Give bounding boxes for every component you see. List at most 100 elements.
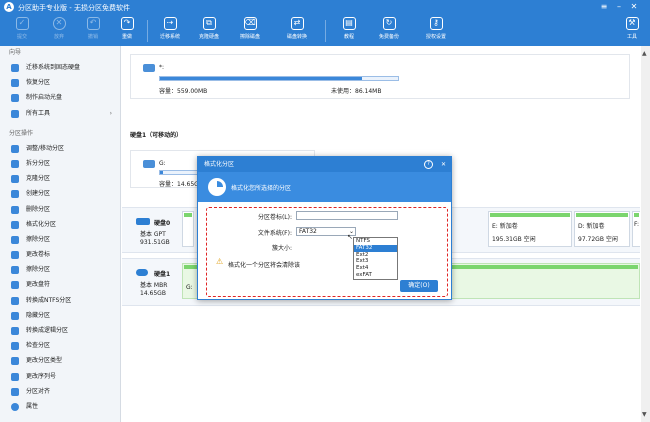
sidebar-item-create[interactable]: 创建分区 — [0, 186, 120, 201]
id-icon — [11, 357, 19, 366]
usb-disk-icon — [136, 269, 148, 276]
sidebar-item-resize[interactable]: 调整/移动分区 — [0, 141, 120, 156]
tutorial-button[interactable]: ▤ 教程 — [333, 16, 365, 44]
chevron-right-icon: › — [109, 109, 112, 117]
file-system-dropdown: NTFS FAT32 Ext2 Ext3 Ext4 exFAT — [353, 237, 398, 280]
tools-button[interactable]: ⚒ 工具 — [617, 16, 647, 44]
commit-button[interactable]: ✓ 提交 — [6, 16, 38, 44]
recover-icon — [11, 79, 19, 88]
sidebar: 向导 迁移系统到固态硬盘 恢复分区 制作启动光盘 所有工具 › 分区操作 调整/移… — [0, 46, 121, 422]
clone-icon: ⧉ — [202, 17, 216, 30]
volume-label-label: 分区卷标(L): — [257, 214, 292, 221]
partition-icon — [143, 160, 155, 168]
migrate-os-button[interactable]: ⇢ 迁移系统 — [154, 16, 186, 44]
sidebar-item-change-serial[interactable]: 更改序列号 — [0, 369, 120, 384]
license-button[interactable]: ⚷ 授权设置 — [420, 16, 452, 44]
scroll-down-icon[interactable]: ▼ — [642, 411, 647, 418]
undo-icon: ↶ — [86, 17, 100, 30]
sidebar-item-make-boot-cd[interactable]: 制作启动光盘 — [0, 90, 120, 105]
partition-block[interactable]: E: 新加卷 195.31GB 空闲 — [488, 211, 572, 247]
minimize-button[interactable]: – — [613, 1, 625, 13]
convert-icon — [11, 296, 19, 305]
mouse-cursor-icon: ↖ — [347, 233, 353, 241]
sidebar-item-wipe-2[interactable]: 擦除分区 — [0, 262, 120, 277]
sidebar-item-migrate-ssd[interactable]: 迁移系统到固态硬盘 — [0, 60, 120, 75]
sidebar-item-recover-partition[interactable]: 恢复分区 — [0, 75, 120, 90]
dialog-close-button[interactable]: ✕ — [441, 157, 446, 172]
tools-icon: ⚒ — [625, 17, 639, 30]
fs-option[interactable]: NTFS — [354, 238, 397, 245]
fs-option-selected[interactable]: FAT32 — [354, 244, 397, 252]
check-icon — [11, 342, 19, 351]
menu-icon[interactable]: ≡ — [598, 1, 610, 13]
volume-label-input[interactable] — [296, 211, 398, 220]
migrate-icon — [11, 64, 19, 72]
sidebar-item-properties[interactable]: 属性 — [0, 399, 120, 414]
convert-disk-button[interactable]: ⇄ 磁盘转换 — [281, 16, 313, 44]
fs-option[interactable]: Ext3 — [354, 258, 397, 265]
discard-button[interactable]: ✕ 放弃 — [43, 16, 75, 44]
disk-type: 基本 GPT — [140, 231, 166, 238]
dialog-titlebar: 格式化分区 ? ✕ — [198, 157, 451, 172]
hide-icon — [11, 311, 19, 320]
resize-icon — [11, 144, 19, 153]
sidebar-item-change-type[interactable]: 更改分区类型 — [0, 353, 120, 368]
split-icon — [11, 159, 19, 168]
book-icon: ▤ — [342, 17, 356, 30]
sidebar-item-delete[interactable]: 删除分区 — [0, 202, 120, 217]
sidebar-item-hide[interactable]: 隐藏分区 — [0, 308, 120, 323]
dialog-header: 格式化您所选择的分区 — [198, 172, 451, 202]
dialog-heading: 格式化您所选择的分区 — [231, 185, 292, 192]
fs-option[interactable]: Ext4 — [354, 265, 397, 272]
wipe-icon — [11, 266, 19, 275]
sidebar-item-align[interactable]: 分区对齐 — [0, 384, 120, 399]
sidebar-item-convert-logical[interactable]: 转换成逻辑分区 — [0, 323, 120, 338]
sidebar-item-convert-ntfs[interactable]: 转换成NTFS分区 — [0, 293, 120, 308]
scrollbar[interactable]: ▲ ▼ — [641, 46, 650, 422]
sidebar-item-wipe[interactable]: 擦除分区 — [0, 232, 120, 247]
partition-name: *: — [159, 64, 165, 71]
convert-icon: ⇄ — [290, 17, 304, 30]
partition-block[interactable] — [182, 211, 194, 247]
help-icon[interactable]: ? — [424, 160, 433, 169]
wizard-section-title: 向导 — [9, 49, 22, 56]
sidebar-item-check[interactable]: 检查分区 — [0, 338, 120, 353]
partition-block[interactable]: D: 新加卷 97.72GB 空闲 — [574, 211, 630, 247]
sidebar-item-all-tools[interactable]: 所有工具 › — [0, 106, 120, 121]
cluster-size-label: 簇大小: — [271, 245, 292, 252]
clone-disk-button[interactable]: ⧉ 克隆硬盘 — [193, 16, 225, 44]
fs-option[interactable]: exFAT — [354, 272, 397, 279]
undo-button[interactable]: ↶ 撤销 — [77, 16, 109, 44]
wipe-icon: ⌫ — [243, 17, 257, 30]
close-button[interactable]: ✕ — [628, 1, 640, 13]
partition-name: D: 新加卷 — [578, 223, 605, 230]
app-logo-icon: A — [4, 2, 14, 12]
partition-block[interactable]: F: — [632, 211, 640, 247]
toolbar: ✓ 提交 ✕ 放弃 ↶ 撤销 ↷ 重做 ⇢ 迁移系统 ⧉ 克隆硬盘 ⌫ 擦除磁盘 ⇄ 磁盘转换 … — [0, 14, 650, 46]
fs-option[interactable]: Ext2 — [354, 252, 397, 259]
wipe-disk-button[interactable]: ⌫ 擦除磁盘 — [234, 16, 266, 44]
scroll-up-icon[interactable]: ▲ — [642, 50, 647, 57]
disk-icon — [136, 218, 150, 225]
logical-icon — [11, 327, 19, 335]
delete-icon — [11, 205, 19, 214]
partition-card[interactable]: *: 容量：559.00MB 未使用：86.14MB — [130, 54, 630, 99]
ok-button[interactable]: 确定(O) — [400, 280, 438, 292]
redo-button[interactable]: ↷ 重做 — [111, 16, 143, 44]
disk-type: 基本 MBR — [140, 282, 168, 289]
sidebar-item-format[interactable]: 格式化分区 — [0, 217, 120, 232]
free-backup-button[interactable]: ↻ 免费备份 — [373, 16, 405, 44]
usage-bar — [159, 76, 399, 81]
create-icon — [11, 190, 19, 199]
sidebar-item-clone-partition[interactable]: 克隆分区 — [0, 171, 120, 186]
sidebar-item-split[interactable]: 拆分分区 — [0, 156, 120, 171]
sidebar-item-change-label[interactable]: 更改卷标 — [0, 247, 120, 262]
disk-name: 硬盘0 — [154, 220, 171, 227]
wipe-icon — [11, 235, 19, 244]
partition-size: 97.72GB 空闲 — [578, 236, 618, 243]
sidebar-item-change-letter[interactable]: 更改盘符 — [0, 277, 120, 292]
dialog-title: 格式化分区 — [204, 161, 235, 168]
redo-icon: ↷ — [120, 17, 134, 30]
partition-capacity: 容量：559.00MB — [159, 88, 208, 95]
pie-chart-icon — [208, 178, 226, 196]
